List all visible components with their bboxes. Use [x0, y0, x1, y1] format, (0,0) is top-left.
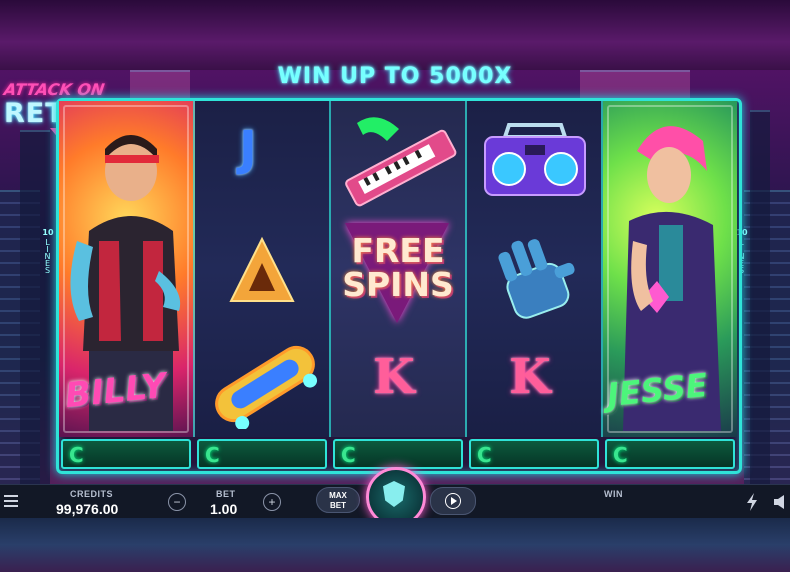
symbol-k: K: [373, 349, 415, 405]
win-label: WIN: [604, 489, 623, 499]
building: [20, 130, 50, 486]
logo-line1: ATTACK ON: [2, 80, 106, 99]
free-spins-scatter: FREE SPINS: [333, 219, 463, 329]
hoverboard-symbol: [215, 345, 318, 429]
lightning-icon[interactable]: [746, 493, 758, 511]
bet-label: BET: [216, 489, 236, 499]
reel-2: J: [195, 101, 331, 437]
reel-plate: C: [61, 439, 191, 469]
win-banner: WIN UP TO 5000X: [277, 64, 513, 89]
spin-shield-icon: [383, 481, 405, 507]
bet-decrease-button[interactable]: −: [168, 493, 186, 511]
reel-3: FREE SPINS K: [331, 101, 467, 437]
reel-1: BILLY: [59, 101, 195, 437]
keytar-symbol: [345, 117, 457, 207]
bet-increase-button[interactable]: +: [263, 493, 281, 511]
reel-4: K: [467, 101, 603, 437]
reel-plate: C: [605, 439, 735, 469]
symbol-a-triangle: [229, 236, 295, 302]
speaker-icon[interactable]: [774, 495, 786, 509]
symbol-j: J: [239, 121, 257, 177]
bet-value: 1.00: [210, 501, 238, 517]
play-icon: [445, 493, 461, 509]
symbol-k: K: [509, 349, 551, 405]
reel-plate: C: [469, 439, 599, 469]
max-bet-button[interactable]: MAX BET: [316, 487, 360, 513]
boombox-symbol: [484, 123, 586, 196]
building: [750, 110, 770, 486]
hamburger-icon[interactable]: [4, 495, 18, 507]
credits-label: CREDITS: [70, 489, 114, 499]
reel-grid: BILLY J FREE SPINS K K JESSE C C C C C: [56, 98, 742, 474]
reel-5: JESSE: [603, 101, 737, 437]
free-spins-line2: SPINS: [342, 265, 454, 304]
reel-plate: C: [333, 439, 463, 469]
top-background: [0, 0, 790, 70]
autoplay-button[interactable]: [430, 487, 476, 515]
credits-value: 99,976.00: [56, 501, 119, 517]
lines-indicator-left: 10 LINES: [42, 228, 54, 273]
reel-plate: C: [197, 439, 327, 469]
robot-glove-symbol: [498, 239, 575, 319]
bottom-background: [0, 518, 790, 572]
